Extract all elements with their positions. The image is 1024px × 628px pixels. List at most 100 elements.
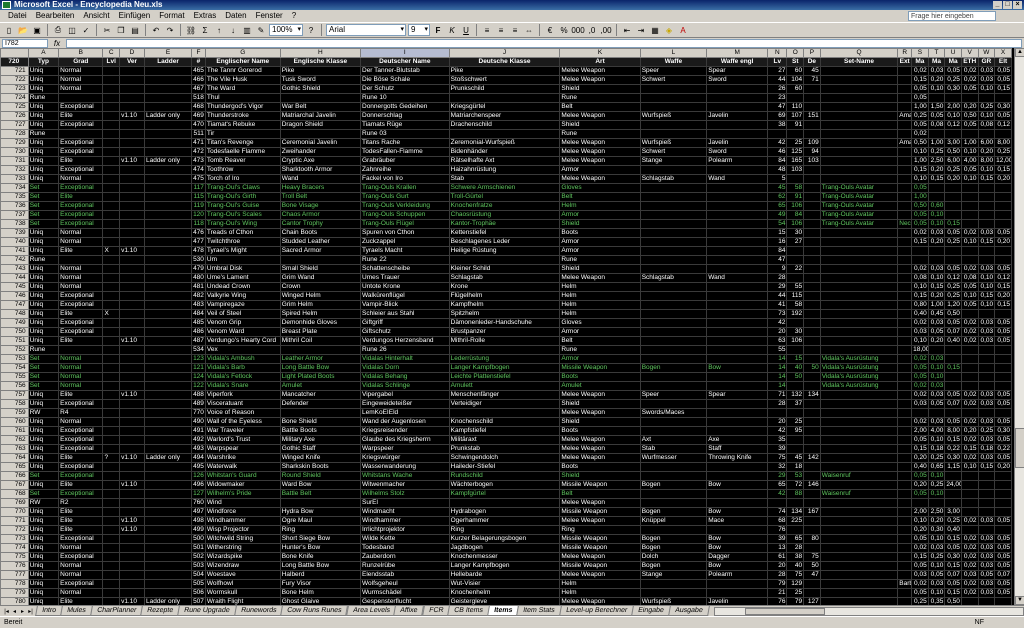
- cell[interactable]: [119, 174, 145, 184]
- cell[interactable]: 0,02: [960, 543, 979, 553]
- cell[interactable]: 12,00: [994, 156, 1012, 166]
- cell[interactable]: [819, 444, 899, 454]
- cell[interactable]: [897, 192, 913, 202]
- cell[interactable]: 487: [191, 336, 206, 346]
- cell[interactable]: 0,15: [977, 462, 996, 472]
- cell[interactable]: 0,05: [911, 588, 929, 598]
- cell[interactable]: Speer: [639, 66, 708, 76]
- chart-icon[interactable]: ▥: [241, 24, 253, 36]
- row-header[interactable]: 728: [0, 129, 29, 139]
- column-header[interactable]: X: [994, 48, 1012, 58]
- cell[interactable]: [977, 363, 996, 373]
- cell[interactable]: 47: [767, 255, 788, 265]
- cell[interactable]: Irrlichtprojektor: [360, 525, 450, 535]
- cell[interactable]: [927, 246, 946, 256]
- cell[interactable]: Ladder only: [143, 597, 193, 605]
- cell[interactable]: Helm: [559, 300, 641, 310]
- cell[interactable]: 0,25: [944, 291, 962, 301]
- cell[interactable]: 4,00: [927, 426, 946, 436]
- cell[interactable]: 0,15: [994, 282, 1012, 292]
- cell[interactable]: Kampfhelm: [448, 300, 561, 310]
- cell[interactable]: [119, 237, 145, 247]
- cell[interactable]: 0,03: [927, 318, 946, 328]
- cell[interactable]: Shield: [559, 219, 641, 229]
- cell[interactable]: [143, 516, 193, 526]
- cell[interactable]: [143, 66, 193, 76]
- cell[interactable]: Fackel von Iro: [360, 174, 450, 184]
- cell[interactable]: Wurfmesser: [639, 453, 708, 463]
- currency-icon[interactable]: €: [544, 24, 556, 36]
- cell[interactable]: Belt: [559, 336, 641, 346]
- cell[interactable]: Widowmaker: [204, 480, 281, 490]
- cell[interactable]: [143, 129, 193, 139]
- cell[interactable]: Boots: [559, 426, 641, 436]
- cell[interactable]: [102, 255, 121, 265]
- cell[interactable]: Ma: [927, 57, 946, 67]
- cell[interactable]: [143, 552, 193, 562]
- cell[interactable]: 6,00: [944, 156, 962, 166]
- cell[interactable]: [143, 201, 193, 211]
- cell[interactable]: Bow: [706, 363, 769, 373]
- cell[interactable]: [119, 210, 145, 220]
- cell[interactable]: [706, 219, 769, 229]
- cell[interactable]: 134: [786, 507, 805, 517]
- cell[interactable]: Leichte Plattenstiefel: [448, 372, 561, 382]
- cell[interactable]: 0,05: [960, 300, 979, 310]
- row-header[interactable]: 743: [0, 264, 29, 274]
- cell[interactable]: 481: [191, 282, 206, 292]
- cell[interactable]: Trang-Ouls Flügel: [360, 219, 450, 229]
- cell[interactable]: Exceptional: [58, 471, 104, 481]
- cell[interactable]: [897, 210, 913, 220]
- cell[interactable]: [960, 507, 979, 517]
- cell[interactable]: Armor: [559, 165, 641, 175]
- column-header[interactable]: V: [960, 48, 979, 58]
- cell[interactable]: 476: [191, 228, 206, 238]
- cell[interactable]: 507: [191, 597, 206, 605]
- cell[interactable]: R4: [58, 408, 104, 418]
- cell[interactable]: 120: [191, 210, 206, 220]
- cell[interactable]: [706, 327, 769, 337]
- cell[interactable]: [994, 507, 1012, 517]
- cell[interactable]: [58, 345, 104, 355]
- cell[interactable]: Helm: [559, 282, 641, 292]
- cell[interactable]: [819, 93, 899, 103]
- cell[interactable]: 80: [803, 534, 821, 544]
- cell[interactable]: [448, 408, 561, 418]
- cell[interactable]: [994, 381, 1012, 391]
- row-header[interactable]: 738: [0, 219, 29, 229]
- cell[interactable]: 492: [191, 435, 206, 445]
- row-header[interactable]: 769: [0, 498, 29, 508]
- row-header[interactable]: 729: [0, 138, 29, 148]
- cell[interactable]: Set: [27, 372, 60, 382]
- cell[interactable]: 79: [786, 597, 805, 605]
- cell[interactable]: [977, 210, 996, 220]
- cell[interactable]: 0,02: [960, 453, 979, 463]
- column-header[interactable]: N: [767, 48, 788, 58]
- cell[interactable]: 0,20: [927, 75, 946, 85]
- cell[interactable]: [960, 408, 979, 418]
- cell[interactable]: [102, 75, 121, 85]
- cell[interactable]: 28: [767, 273, 788, 283]
- cell[interactable]: Viperfork: [204, 390, 281, 400]
- cell[interactable]: 0,15: [994, 165, 1012, 175]
- cell[interactable]: Bone Knife: [279, 552, 362, 562]
- font-color-icon[interactable]: A: [677, 24, 689, 36]
- cell[interactable]: [119, 372, 145, 382]
- cell[interactable]: [706, 183, 769, 193]
- row-header[interactable]: 739: [0, 228, 29, 238]
- cell[interactable]: Kettenstiefel: [448, 228, 561, 238]
- cell[interactable]: [786, 129, 805, 139]
- cell[interactable]: Heilige Rüstung: [448, 246, 561, 256]
- cell[interactable]: Uniq: [27, 543, 60, 553]
- cell[interactable]: GR: [977, 57, 996, 67]
- cell[interactable]: 14: [767, 381, 788, 391]
- cell[interactable]: [119, 570, 145, 580]
- cell[interactable]: Wilde Kette: [360, 534, 450, 544]
- cell[interactable]: 0,15: [911, 444, 929, 454]
- cell[interactable]: 76: [767, 525, 788, 535]
- cell[interactable]: 0,02: [960, 588, 979, 598]
- cell[interactable]: [803, 219, 821, 229]
- cell[interactable]: Bow: [706, 534, 769, 544]
- cell[interactable]: Rune: [559, 255, 641, 265]
- cell[interactable]: [102, 381, 121, 391]
